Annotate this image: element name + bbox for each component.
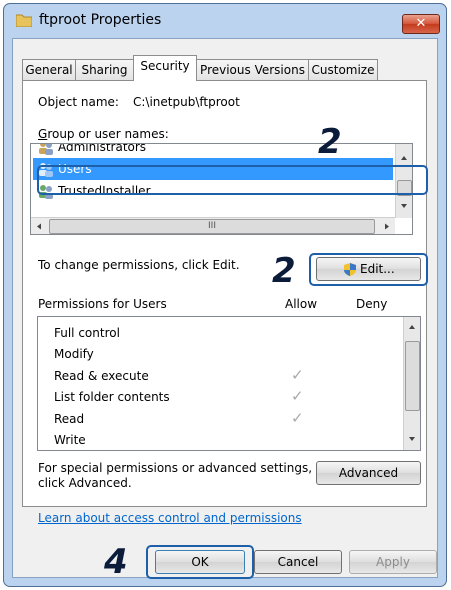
permission-modify: Modify: [54, 347, 94, 361]
tab-general[interactable]: General: [22, 59, 76, 80]
apply-button[interactable]: Apply: [349, 550, 437, 574]
folder-icon: [16, 14, 32, 27]
scroll-up-icon[interactable]: [407, 323, 417, 331]
object-name-value: C:\inetpub\ftproot: [133, 95, 240, 109]
shield-icon: [344, 263, 356, 276]
step-number: 4: [104, 542, 128, 582]
special-permissions-text-2: click Advanced.: [38, 476, 132, 490]
tab-security[interactable]: Security: [133, 55, 197, 81]
tab-previous-versions[interactable]: Previous Versions: [196, 59, 309, 80]
ok-button[interactable]: OK: [155, 550, 245, 574]
horizontal-scroll-thumb[interactable]: III: [49, 219, 375, 234]
group-label: Group or user names:: [38, 127, 169, 141]
permission-read-execute: Read & execute: [54, 369, 149, 383]
scroll-down-icon[interactable]: [407, 435, 417, 443]
object-name-label: Object name:: [38, 95, 119, 109]
users-row-highlight: [37, 165, 428, 195]
permission-full-control: Full control: [54, 326, 120, 340]
step-number: 2: [318, 122, 342, 162]
tab-customize[interactable]: Customize: [308, 59, 378, 80]
allow-check-read-execute: ✓: [291, 366, 304, 384]
group-label-text: roup or user names:: [47, 127, 169, 141]
window-title: ftproot Properties: [39, 12, 162, 28]
title-bar: ftproot Properties ✕: [4, 4, 446, 38]
permissions-scrollbar[interactable]: [403, 317, 420, 450]
properties-window: ftproot Properties ✕ General Sharing Sec…: [3, 3, 447, 587]
edit-button[interactable]: Edit...: [316, 257, 421, 281]
learn-more-link[interactable]: Learn about access control and permissio…: [38, 511, 302, 525]
change-permissions-text: To change permissions, click Edit.: [38, 258, 240, 272]
scroll-thumb[interactable]: [405, 341, 420, 411]
deny-header: Deny: [356, 297, 388, 311]
special-permissions-text: For special permissions or advanced sett…: [38, 461, 313, 475]
scroll-left-icon[interactable]: [35, 222, 43, 231]
permission-read: Read: [54, 412, 85, 426]
tab-sharing[interactable]: Sharing: [75, 59, 134, 80]
permissions-header: Permissions for Users: [38, 297, 167, 311]
scroll-right-icon[interactable]: [383, 222, 391, 231]
advanced-button[interactable]: Advanced: [316, 461, 421, 485]
scroll-up-icon[interactable]: [399, 154, 409, 162]
step-number: 2: [272, 251, 296, 291]
edit-button-label: Edit...: [360, 262, 395, 276]
user-name-administrators: Administrators: [58, 143, 147, 154]
allow-check-read: ✓: [291, 409, 304, 427]
scroll-down-icon[interactable]: [399, 202, 409, 210]
close-button[interactable]: ✕: [402, 14, 440, 34]
users-group-icon: [39, 144, 53, 155]
permission-list-folder-contents: List folder contents: [54, 390, 170, 404]
users-horizontal-scrollbar[interactable]: III: [31, 217, 395, 234]
cancel-button[interactable]: Cancel: [254, 550, 342, 574]
permission-write: Write: [54, 433, 86, 447]
allow-check-list-folder: ✓: [291, 387, 304, 405]
allow-header: Allow: [285, 297, 318, 311]
